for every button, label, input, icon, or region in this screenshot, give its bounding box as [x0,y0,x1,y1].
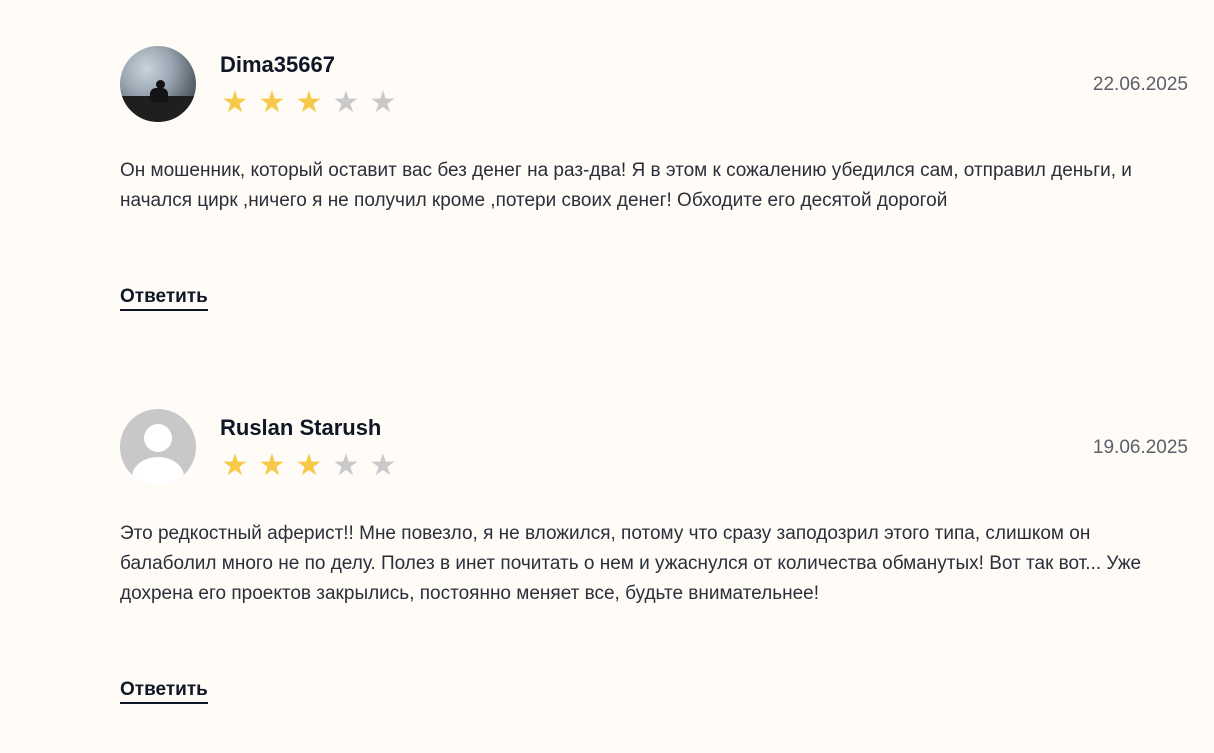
star-filled-icon: ★ [221,448,249,483]
star-rating: ★ ★ ★ ★ ★ [220,88,398,118]
star-filled-icon: ★ [258,448,286,483]
reply-link[interactable]: Ответить [120,679,208,704]
star-filled-icon: ★ [295,85,323,120]
star-empty-icon: ★ [369,85,397,120]
star-empty-icon: ★ [369,448,397,483]
review-author: Ruslan Starush [220,415,382,440]
star-empty-icon: ★ [332,85,360,120]
star-empty-icon: ★ [332,448,360,483]
star-rating: ★ ★ ★ ★ ★ [220,451,398,481]
reviews-list: Dima35667 ★ ★ ★ ★ ★ 22.06.2025 Он мошенник, … [0,0,1214,753]
user-avatar [120,46,196,122]
review-text: Это редкостный аферист!! Мне повезло, я … [120,523,1142,604]
avatar-head-shape [144,424,172,452]
star-filled-icon: ★ [295,448,323,483]
reply-link[interactable]: Ответить [120,286,208,311]
review-author: Dima35667 [220,52,335,77]
default-user-avatar [120,409,196,485]
star-filled-icon: ★ [221,85,249,120]
review-date: 19.06.2025 [1092,437,1188,458]
review-date: 22.06.2025 [1092,74,1188,95]
avatar-figure-body [150,88,168,102]
avatar-body-shape [132,457,184,485]
star-filled-icon: ★ [258,85,286,120]
review-text: Он мошенник, который оставит вас без ден… [120,160,1132,211]
